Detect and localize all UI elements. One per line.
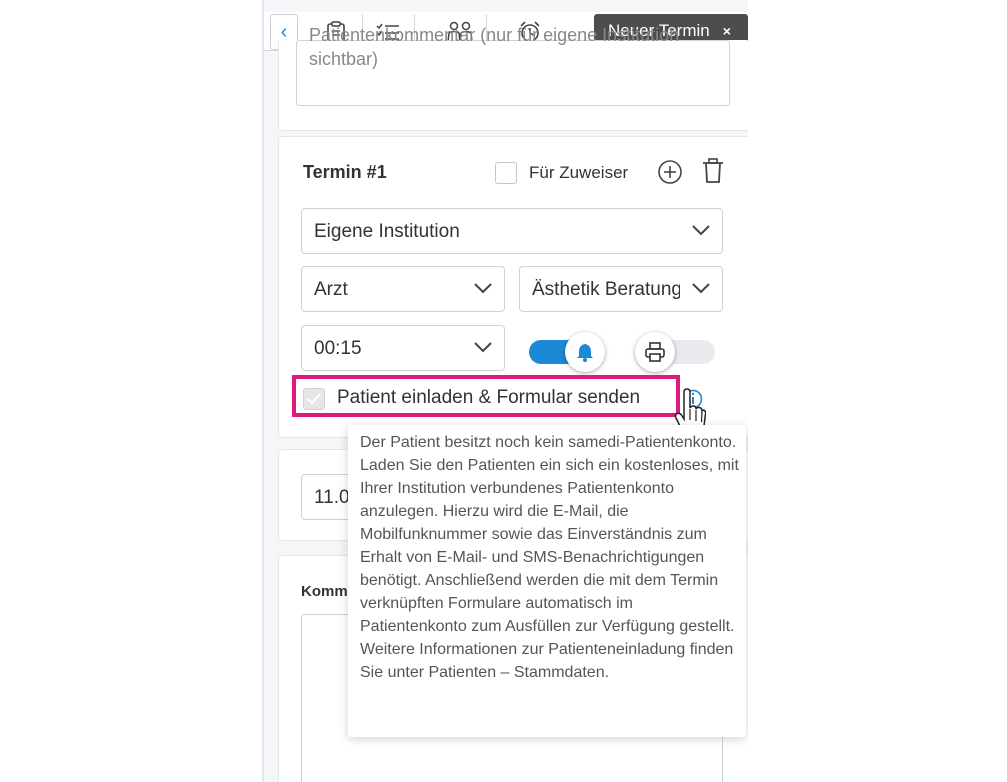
chevron-down-icon [692, 281, 710, 299]
chevron-down-icon [474, 281, 492, 299]
service-select[interactable]: Ästhetik Beratung [519, 266, 723, 312]
close-icon[interactable]: × [723, 23, 731, 39]
patient-comment-field[interactable]: Patientenkommentar (nur für eigene Insti… [296, 25, 730, 106]
patient-comment-card: Patientenkommentar (nur für eigene Insti… [278, 25, 748, 131]
duration-value: 00:15 [314, 338, 362, 359]
date-value: 11.0 [314, 487, 350, 508]
chevron-down-icon [692, 223, 710, 241]
role-select[interactable]: Arzt [301, 266, 505, 312]
appointment-panel: ‹ Neuer Termin × Patientenkommentar (nur… [262, 0, 748, 782]
info-tooltip: Der Patient besitzt noch kein samedi-Pat… [348, 425, 746, 737]
patient-comment-placeholder: Patientenkommentar (nur für eigene Insti… [309, 25, 680, 69]
printer-icon[interactable] [635, 332, 675, 372]
bell-icon[interactable] [565, 332, 605, 372]
chevron-down-icon [474, 340, 492, 358]
trash-icon[interactable] [701, 158, 725, 189]
tooltip-text: Der Patient besitzt noch kein samedi-Pat… [360, 434, 739, 681]
duration-select[interactable]: 00:15 [301, 325, 505, 371]
role-value: Arzt [314, 279, 348, 300]
institution-value: Eigene Institution [314, 221, 460, 242]
add-circle-icon[interactable] [657, 159, 683, 190]
institution-select[interactable]: Eigene Institution [301, 208, 723, 254]
for-referrer-label: Für Zuweiser [529, 163, 629, 182]
comment-section-label: Komm [301, 583, 348, 600]
service-value: Ästhetik Beratung [532, 279, 680, 300]
for-referrer-checkbox[interactable] [495, 162, 517, 184]
highlight-frame [292, 375, 680, 417]
appointment-title: Termin #1 [303, 162, 387, 182]
